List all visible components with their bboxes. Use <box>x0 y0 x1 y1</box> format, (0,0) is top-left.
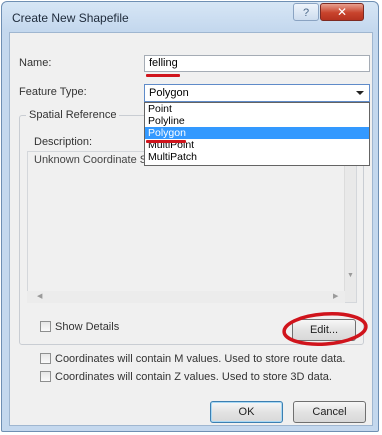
scroll-right-icon[interactable]: ▶ <box>333 293 338 301</box>
edit-button[interactable]: Edit... <box>292 319 356 341</box>
create-new-shapefile-dialog: Create New Shapefile ? ✕ Name: felling F… <box>1 1 379 432</box>
name-input-value: felling <box>149 57 178 69</box>
help-icon: ? <box>302 7 310 19</box>
scroll-left-icon[interactable]: ◀ <box>37 293 42 301</box>
show-details-label: Show Details <box>55 321 120 333</box>
dropdown-option-point[interactable]: Point <box>145 103 369 115</box>
spatial-reference-title: Spatial Reference <box>26 109 120 121</box>
polygon-annotation-underline <box>146 140 186 143</box>
chevron-down-icon[interactable] <box>354 88 366 98</box>
vertical-scrollbar[interactable]: ▲ ▼ <box>344 152 356 302</box>
help-button[interactable]: ? <box>293 3 319 21</box>
z-values-checkbox[interactable] <box>40 371 51 382</box>
description-box[interactable]: Unknown Coordinate System ▲ ▼ <box>27 151 357 303</box>
feature-type-select[interactable]: Polygon <box>144 84 370 102</box>
m-values-label: Coordinates will contain M values. Used … <box>55 353 346 365</box>
horizontal-scrollbar[interactable]: ◀ ▶ <box>27 291 345 303</box>
name-annotation-underline <box>146 74 180 77</box>
dropdown-option-polyline[interactable]: Polyline <box>145 115 369 127</box>
scroll-down-icon[interactable]: ▼ <box>347 272 354 280</box>
description-label: Description: <box>34 136 93 148</box>
dropdown-option-multipatch[interactable]: MultiPatch <box>145 151 369 163</box>
title-bar[interactable]: Create New Shapefile ? ✕ <box>2 2 378 32</box>
feature-type-dropdown-list[interactable]: Point Polyline Polygon MultiPoint MultiP… <box>144 102 370 166</box>
ok-button[interactable]: OK <box>210 401 283 423</box>
dialog-title: Create New Shapefile <box>12 11 129 25</box>
dropdown-option-polygon[interactable]: Polygon <box>145 127 369 139</box>
dialog-body: Name: felling Feature Type: Polygon Spat… <box>9 32 373 426</box>
close-icon: ✕ <box>336 5 348 19</box>
feature-type-label: Feature Type: <box>19 86 87 98</box>
close-button[interactable]: ✕ <box>320 3 364 21</box>
z-values-label: Coordinates will contain Z values. Used … <box>55 371 332 383</box>
cancel-button[interactable]: Cancel <box>293 401 366 423</box>
name-input[interactable]: felling <box>144 55 370 72</box>
name-label: Name: <box>19 57 52 69</box>
show-details-checkbox[interactable] <box>40 321 51 332</box>
feature-type-value: Polygon <box>149 87 189 99</box>
m-values-checkbox[interactable] <box>40 353 51 364</box>
